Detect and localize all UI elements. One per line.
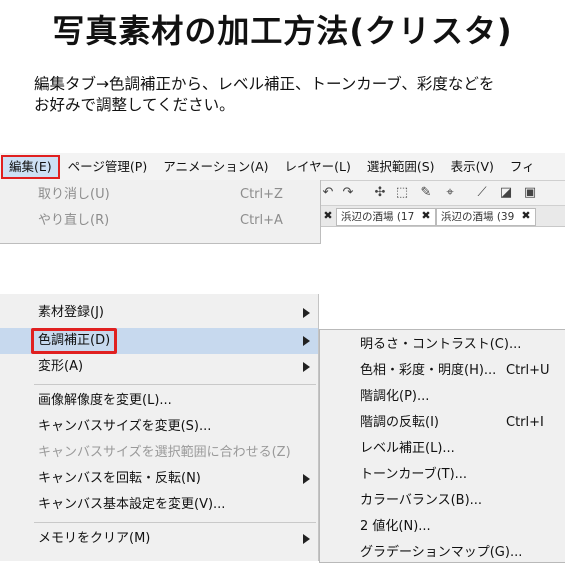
menu-layer[interactable]: レイヤー(L) [277, 156, 359, 178]
menu-edit[interactable]: 編集(E) [1, 154, 60, 179]
edit-menu-expanded: 素材登録(J) 色調補正(D) 変形(A) 画像解像度を変更(L)... キャン… [0, 294, 319, 561]
menu-animation[interactable]: アニメーション(A) [155, 156, 276, 178]
menu-item-redo[interactable]: やり直し(R) Ctrl+A [0, 208, 318, 234]
submenu-item-brightness-contrast[interactable]: 明るさ・コントラスト(C)... [320, 332, 565, 358]
submenu-item-posterize[interactable]: 階調化(P)... [320, 384, 565, 410]
menu-item-transform[interactable]: 変形(A) [0, 354, 318, 380]
menu-separator [34, 384, 316, 385]
gradient-icon[interactable]: ◪ [498, 185, 514, 201]
menu-view[interactable]: 表示(V) [443, 156, 502, 178]
description-line-1: 編集タブ→色調補正から、レベル補正、トーンカーブ、彩度などを [34, 75, 495, 93]
frame-icon[interactable]: ▣ [522, 185, 538, 201]
description: 編集タブ→色調補正から、レベル補正、トーンカーブ、彩度などを お好みで調整してく… [34, 74, 494, 116]
submenu-item-color-balance[interactable]: カラーバランス(B)... [320, 488, 565, 514]
menu-item-canvas-basic-settings[interactable]: キャンバス基本設定を変更(V)... [0, 492, 318, 518]
menu-separator [34, 522, 316, 523]
submenu-arrow-icon [303, 336, 310, 346]
menu-item-clear-memory[interactable]: メモリをクリア(M) [0, 526, 318, 552]
menu-item-color-adjust[interactable]: 色調補正(D) [0, 328, 318, 354]
menu-item-fit-canvas-to-selection: キャンバスサイズを選択範囲に合わせる(Z) [38, 445, 291, 460]
submenu-item-tone-curve[interactable]: トーンカーブ(T)... [320, 462, 565, 488]
edit-dropdown: 取り消し(U) Ctrl+Z やり直し(R) Ctrl+A [0, 180, 321, 244]
undo-icon[interactable]: ↶ [320, 185, 336, 201]
menu-item-change-resolution[interactable]: 画像解像度を変更(L)... [0, 388, 318, 414]
menu-filter[interactable]: フィ [502, 156, 543, 178]
color-adjust-submenu: 明るさ・コントラスト(C)... 色相・彩度・明度(H)... Ctrl+U 階… [319, 329, 565, 563]
menu-selection[interactable]: 選択範囲(S) [359, 156, 443, 178]
document-tabs: ✖ 浜辺の酒場 (17 ✖ 浜辺の酒場 (39 ✖ [320, 206, 565, 227]
command-toolbar: ↶ ↷ ✣ ⬚ ✎ ⌖ ⟋ ◪ ▣ [320, 181, 565, 206]
submenu-arrow-icon [303, 308, 310, 318]
submenu-item-binarize[interactable]: 2 値化(N)... [320, 514, 565, 540]
menu-item-change-canvas-size[interactable]: キャンバスサイズを変更(S)... [0, 414, 318, 440]
close-tab-icon[interactable]: ✖ [322, 208, 334, 224]
page-title: 写真素材の加工方法(クリスタ) [52, 12, 513, 50]
menu-item-rotate-flip-canvas[interactable]: キャンバスを回転・反転(N) [0, 466, 318, 492]
transform-icon[interactable]: ⬚ [394, 185, 410, 201]
ruler-icon[interactable]: ⟋ [474, 185, 490, 201]
submenu-arrow-icon [303, 534, 310, 544]
submenu-arrow-icon [303, 362, 310, 372]
redo-icon[interactable]: ↷ [340, 185, 356, 201]
menu-item-undo[interactable]: 取り消し(U) Ctrl+Z [0, 182, 318, 208]
sparkle-icon[interactable]: ✣ [372, 185, 388, 201]
description-line-2: お好みで調整してください。 [34, 96, 235, 114]
close-tab-icon[interactable]: ✖ [520, 208, 532, 224]
submenu-item-hue-saturation[interactable]: 色相・彩度・明度(H)... Ctrl+U [320, 358, 565, 384]
menu-page-management[interactable]: ページ管理(P) [60, 156, 156, 178]
submenu-arrow-icon [303, 474, 310, 484]
brush-icon[interactable]: ✎ [418, 185, 434, 201]
submenu-item-invert[interactable]: 階調の反転(I) Ctrl+I [320, 410, 565, 436]
menu-item-register-material[interactable]: 素材登録(J) [0, 300, 318, 326]
submenu-item-levels[interactable]: レベル補正(L)... [320, 436, 565, 462]
fit-icon[interactable]: ⌖ [442, 185, 458, 201]
submenu-item-gradient-map[interactable]: グラデーションマップ(G)... [320, 540, 565, 566]
close-tab-icon[interactable]: ✖ [420, 208, 432, 224]
menu-bar: 編集(E) ページ管理(P) アニメーション(A) レイヤー(L) 選択範囲(S… [0, 153, 565, 181]
